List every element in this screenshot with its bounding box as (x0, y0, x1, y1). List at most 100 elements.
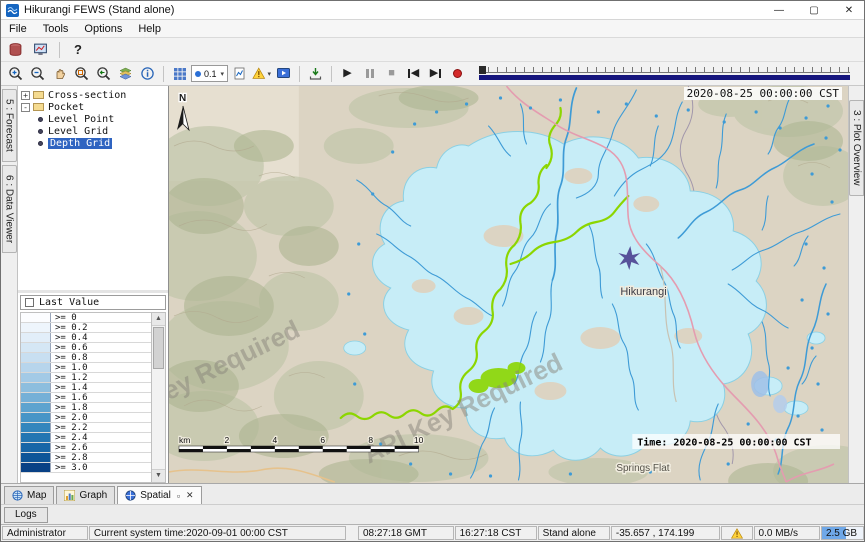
menu-tools[interactable]: Tools (35, 20, 77, 37)
legend-label: >= 1.4 (51, 383, 88, 392)
pan-hand-icon[interactable] (49, 64, 70, 84)
legend-row: >= 2.4 (21, 433, 151, 443)
folder-icon (33, 91, 44, 99)
status-mode: Stand alone (538, 526, 610, 540)
scrollbar-track[interactable] (152, 326, 165, 469)
database-icon[interactable] (5, 40, 26, 60)
time-slider-thumb[interactable] (479, 66, 486, 74)
tab-map[interactable]: Map (4, 486, 54, 504)
play-icon[interactable]: ▶ (337, 64, 358, 84)
tree-item-level-grid[interactable]: Level Grid (18, 125, 168, 137)
tab-plot-overview[interactable]: 3 : Plot Overview (849, 100, 864, 196)
legend-panel: Last Value >= 0 >= 0.2 >= 0.4 >= 0.6 >= … (18, 293, 168, 483)
legend-row: >= 0 (21, 313, 151, 323)
tree-item-level-point[interactable]: Level Point (18, 113, 168, 125)
tree-item-pocket[interactable]: - Pocket (18, 101, 168, 113)
pond-patch (773, 395, 787, 413)
tree-item-label: Pocket (48, 102, 84, 113)
scroll-down-icon[interactable]: ▼ (152, 469, 165, 482)
grid-display-icon[interactable] (169, 64, 190, 84)
close-tab-icon[interactable]: ✕ (186, 490, 194, 501)
thresholds-warning-icon[interactable]: ▾ (251, 64, 272, 84)
main-toolbar: ? (1, 38, 864, 62)
svg-text:8: 8 (368, 435, 373, 445)
legend-row: >= 2.6 (21, 443, 151, 453)
legend-swatch (21, 313, 51, 322)
tab-data-viewer[interactable]: 6 : Data Viewer (2, 165, 17, 253)
legend-swatch (21, 383, 51, 392)
zoom-previous-icon[interactable] (93, 64, 114, 84)
animation-display-icon[interactable] (273, 64, 294, 84)
layers-icon[interactable] (115, 64, 136, 84)
legend-label: >= 0.4 (51, 333, 88, 342)
legend-label: >= 1.8 (51, 403, 88, 412)
tab-graph[interactable]: Graph (56, 486, 115, 504)
map-canvas[interactable]: API Key Required API Key Required Hikura… (169, 86, 848, 483)
export-download-icon[interactable] (305, 64, 326, 84)
logs-button[interactable]: Logs (4, 507, 48, 523)
zoom-region-icon[interactable] (71, 64, 92, 84)
legend-label: >= 1.2 (51, 373, 88, 382)
chevron-down-icon: ▾ (268, 70, 272, 78)
status-coordinates: -35.657 , 174.199 (611, 526, 720, 540)
layers-tree: + Cross-section - Pocket Level Point Lev… (18, 86, 168, 293)
svg-text:10: 10 (414, 435, 424, 445)
toolbar-separator (163, 66, 164, 82)
map-time-box: Time: 2020-08-25 00:00:00 CST (632, 434, 840, 449)
minimize-button[interactable]: — (764, 1, 794, 19)
help-button[interactable]: ? (68, 40, 88, 60)
tab-spatial[interactable]: Spatial ▫ ✕ (117, 486, 201, 504)
legend-row: >= 1.6 (21, 393, 151, 403)
legend-label: >= 3.0 (51, 463, 88, 472)
scrollbar-thumb[interactable] (153, 327, 164, 369)
left-tab-strip: 5 : Forecast 6 : Data Viewer (1, 86, 18, 483)
pause-icon[interactable] (359, 64, 380, 84)
zoom-out-icon[interactable] (27, 64, 48, 84)
status-spacer (347, 526, 357, 540)
legend-swatch (21, 343, 51, 352)
zoom-in-icon[interactable] (5, 64, 26, 84)
status-gmt-time: 08:27:18 GMT (358, 526, 454, 540)
monitor-chart-icon[interactable] (30, 40, 51, 60)
legend-row: >= 2.2 (21, 423, 151, 433)
legend-swatch (21, 403, 51, 412)
maximize-button[interactable]: ▢ (799, 1, 829, 19)
collapse-minus-icon[interactable]: - (21, 103, 30, 112)
status-warning-icon[interactable] (721, 526, 752, 540)
svg-text:4: 4 (272, 435, 277, 445)
info-icon[interactable] (137, 64, 158, 84)
expand-plus-icon[interactable]: + (21, 91, 30, 100)
last-value-checkbox[interactable] (25, 298, 34, 307)
scale-unit-label: km (179, 435, 190, 445)
tab-forecast[interactable]: 5 : Forecast (2, 89, 17, 162)
legend-body: >= 0 >= 0.2 >= 0.4 >= 0.6 >= 0.8 >= 1.0 … (20, 312, 166, 483)
right-tab-strip: 3 : Plot Overview (848, 86, 864, 483)
legend-row: >= 3.0 (21, 463, 151, 473)
interval-value: 0.1 (204, 69, 217, 79)
tree-item-depth-grid[interactable]: Depth Grid (18, 137, 168, 149)
toolbar-separator (299, 66, 300, 82)
scroll-up-icon[interactable]: ▲ (152, 313, 165, 326)
time-slider[interactable] (479, 66, 850, 82)
stop-icon[interactable]: ■ (381, 64, 402, 84)
main-content: 5 : Forecast 6 : Data Viewer + Cross-sec… (1, 86, 864, 483)
float-panel-icon[interactable]: ▫ (177, 491, 180, 501)
status-memory: 2.5 GB (821, 526, 864, 540)
town-label: Hikurangi (620, 286, 666, 298)
tree-item-cross-section[interactable]: + Cross-section (18, 89, 168, 101)
tree-item-label: Level Grid (48, 126, 108, 137)
map-viewport[interactable]: API Key Required API Key Required Hikura… (169, 86, 848, 483)
status-bar: Administrator Current system time:2020-0… (1, 524, 864, 541)
close-button[interactable]: ✕ (834, 1, 864, 19)
menu-options[interactable]: Options (76, 20, 130, 37)
display-tabs: Map Graph Spatial ▫ ✕ (1, 483, 864, 504)
legend-scrollbar[interactable]: ▲ ▼ (151, 312, 166, 483)
skip-to-end-icon[interactable]: ▶ (425, 64, 446, 84)
time-slider-loaded-span (479, 75, 850, 80)
record-icon[interactable] (447, 64, 468, 84)
skip-to-start-icon[interactable]: ◀ (403, 64, 424, 84)
menu-file[interactable]: File (1, 20, 35, 37)
profile-chart-icon[interactable] (229, 64, 250, 84)
menu-help[interactable]: Help (130, 20, 169, 37)
class-interval-combo[interactable]: 0.1 ▾ (191, 65, 228, 82)
